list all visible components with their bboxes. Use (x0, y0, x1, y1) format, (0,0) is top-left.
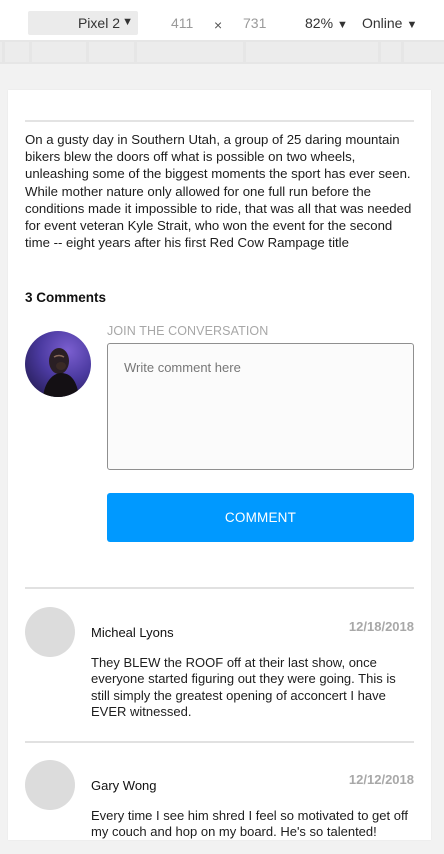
page-content: On a gusty day in Southern Utah, a group… (8, 90, 431, 840)
user-photo-icon (43, 348, 79, 397)
join-conversation-label: JOIN THE CONVERSATION (107, 324, 269, 338)
comment-date: 12/18/2018 (348, 619, 414, 634)
device-select[interactable]: Pixel 2 ▼ (28, 11, 138, 35)
comment-author[interactable]: Gary Wong (91, 778, 157, 793)
divider (25, 587, 414, 589)
device-select-label: Pixel 2 (77, 15, 120, 31)
chevron-down-icon: ▼ (406, 19, 418, 31)
comment-input[interactable] (107, 343, 414, 470)
comment-item: Micheal Lyons 12/18/2018 They BLEW the R… (25, 607, 414, 737)
divider (25, 741, 414, 743)
zoom-select[interactable]: 82% ▼ (305, 15, 348, 31)
article-body: On a gusty day in Southern Utah, a group… (25, 132, 412, 251)
zoom-label: 82% (305, 15, 334, 31)
avatar (25, 331, 91, 397)
chevron-down-icon: ▼ (122, 16, 133, 28)
chevron-down-icon: ▼ (337, 19, 348, 31)
viewport-width-field[interactable]: 411 (171, 15, 193, 31)
comment-text: They BLEW the ROOF off at their last sho… (91, 655, 396, 719)
comments-count: 3 Comments (25, 290, 107, 305)
network-label: Online (362, 15, 403, 31)
divider (25, 120, 414, 122)
times-icon: × (214, 17, 223, 33)
comment-item: Gary Wong 12/12/2018 Every time I see hi… (25, 760, 414, 840)
avatar (25, 760, 75, 810)
comment-date: 12/12/2018 (348, 772, 414, 787)
comment-text: Every time I see him shred I feel so mot… (91, 808, 408, 840)
comment-button[interactable]: COMMENT (107, 493, 414, 542)
comment-author[interactable]: Micheal Lyons (91, 625, 174, 640)
network-throttle-select[interactable]: Online ▼ (362, 15, 417, 31)
media-query-ruler[interactable] (0, 40, 444, 64)
viewport-height-field[interactable]: 731 (243, 15, 266, 31)
avatar (25, 607, 75, 657)
device-toolbar: Pixel 2 ▼ 411 × 731 82% ▼ Online ▼ (0, 0, 444, 44)
